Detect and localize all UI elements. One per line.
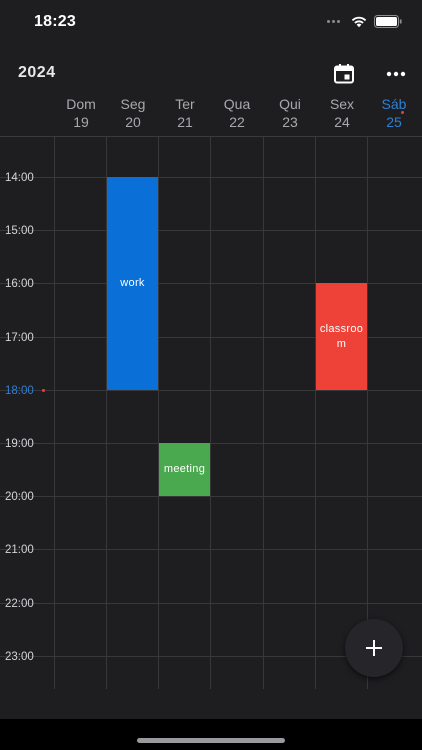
hour-label: 22:00 [5,597,34,610]
signal-dots-icon [327,20,341,24]
day-name: Qui [279,96,301,112]
more-horizontal-icon [386,71,406,77]
event-title: work [120,276,145,289]
hour-label: 15:00 [5,225,34,238]
wifi-icon [351,16,367,28]
day-number: 24 [334,114,350,130]
year-title: 2024 [18,64,56,81]
column-gridline [315,137,316,689]
day-header-2[interactable]: Ter 21 [159,95,211,137]
day-number: 23 [282,114,298,130]
event-block-meeting[interactable]: meeting [159,443,210,497]
hour-label: 23:00 [5,650,34,663]
column-gridline [210,137,211,689]
home-indicator[interactable] [137,738,285,743]
hour-gridline [0,549,422,551]
status-time: 18:23 [34,13,76,30]
battery-icon [374,15,402,28]
day-number: 20 [125,114,141,130]
hour-label: 14:00 [5,172,34,184]
event-title: classroom [319,322,364,350]
day-number: 21 [177,114,193,130]
calendar-button[interactable] [331,61,357,87]
day-name: Seg [120,96,146,112]
today-indicator-dot [401,111,404,114]
column-gridline [54,137,55,689]
day-name: Sex [329,96,355,112]
day-number: 25 [386,114,402,130]
hour-gridline [0,602,422,604]
day-header-6[interactable]: Sáb 25 [368,95,420,137]
hour-label: 16:00 [5,278,34,291]
current-time-dot [42,388,45,392]
hour-gridline [0,443,422,444]
hour-label: 18:00 [5,384,34,397]
day-name: Ter [175,96,195,112]
hour-gridline [0,177,422,178]
hour-gridline [0,230,422,232]
day-header-0[interactable]: Dom 19 [55,95,107,137]
event-title: meeting [163,463,206,476]
day-header-5[interactable]: Sex 24 [316,95,368,137]
event-block-work[interactable]: work [107,177,158,390]
hour-gridline [0,496,422,498]
day-header-3[interactable]: Qua 22 [211,95,263,137]
day-number: 22 [229,114,245,130]
column-gridline [158,137,159,689]
column-gridline [367,137,368,689]
bottom-bar [0,719,422,750]
more-button[interactable] [382,61,410,87]
calendar-screen: 18:23 2024 Dom 19 Seg 20 Ter 21 Qua 22 Q… [0,0,422,750]
hour-label: 19:00 [5,438,34,450]
hour-label: 21:00 [5,544,34,557]
plus-icon [366,640,382,656]
day-name: Qua [223,96,251,112]
day-name: Dom [66,96,96,112]
status-bar: 18:23 [0,0,422,44]
day-header-1[interactable]: Seg 20 [107,95,159,137]
calendar-icon [334,64,354,84]
week-grid[interactable]: 14:00 15:00 16:00 17:00 18:00 19:00 20:00 21:00… [0,137,422,689]
hour-label: 20:00 [5,491,34,504]
week-day-header: Dom 19 Seg 20 Ter 21 Qua 22 Qui 23 Sex 24 Sáb 25 [0,95,422,137]
day-number: 19 [73,114,89,130]
event-block-classroom[interactable]: classroom [316,283,367,390]
column-gridline [263,137,264,689]
add-event-button[interactable] [345,619,403,677]
hour-gridline [0,389,422,391]
day-name: Sáb [381,96,407,112]
day-header-4[interactable]: Qui 23 [264,95,316,137]
hour-label: 17:00 [5,331,34,344]
